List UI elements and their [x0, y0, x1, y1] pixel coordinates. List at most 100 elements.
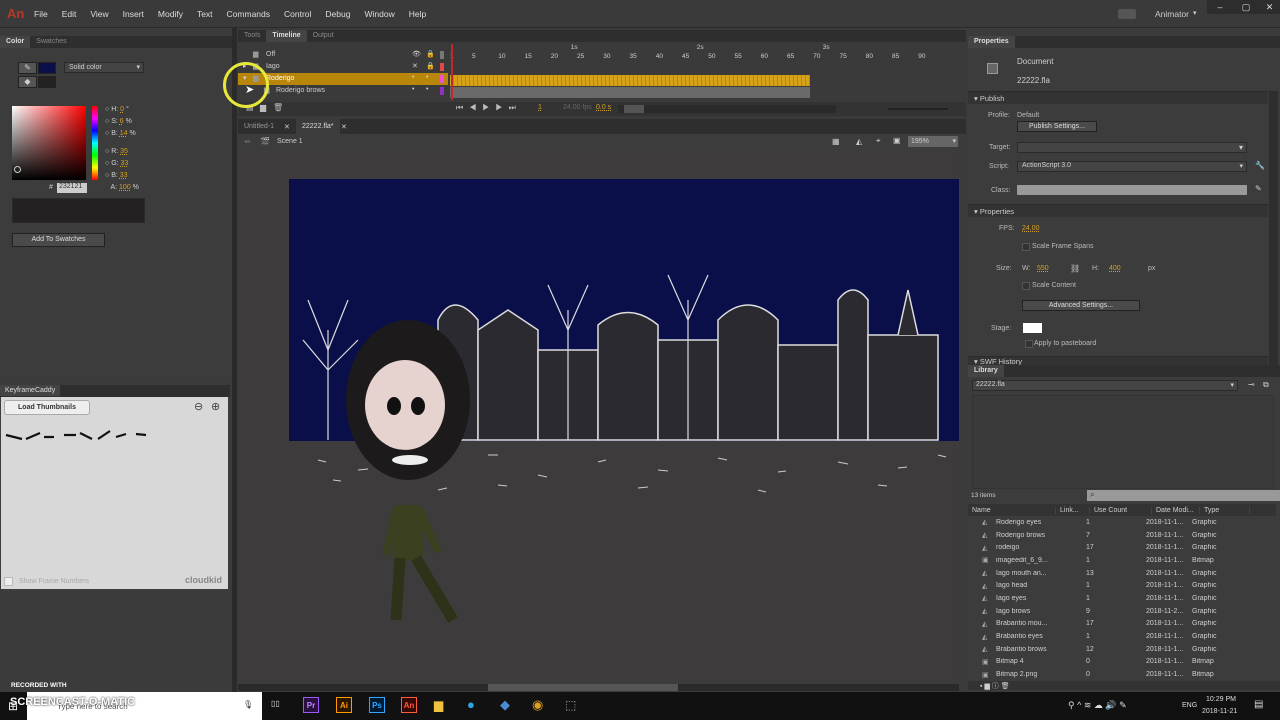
- saturation-brightness-picker[interactable]: [12, 106, 86, 180]
- chrome-icon[interactable]: ◉: [532, 697, 543, 713]
- zoom-out-icon[interactable]: ⊖: [194, 400, 203, 413]
- properties-section[interactable]: ▾ Properties: [968, 204, 1268, 217]
- timeline-scrollbar[interactable]: [618, 105, 836, 113]
- frame-ruler[interactable]: 1510152025303540455055606570758085901s2s…: [450, 44, 960, 60]
- apply-to-pasteboard-checkbox[interactable]: [1025, 340, 1033, 348]
- premiere-icon[interactable]: Pr: [303, 697, 319, 713]
- keyframe-caddy-tab[interactable]: KeyframeCaddy: [0, 385, 61, 396]
- column-header[interactable]: Type: [1200, 506, 1250, 514]
- lock-toggle[interactable]: 🔒: [426, 62, 435, 70]
- width-value[interactable]: 550: [1037, 265, 1049, 272]
- stroke-color-swatch[interactable]: [38, 62, 56, 74]
- script-select[interactable]: ActionScript 3.0 ▾: [1017, 161, 1247, 172]
- clock-date[interactable]: 2018-11-21: [1202, 708, 1237, 715]
- new-symbol-icon[interactable]: ▪: [980, 683, 982, 690]
- telegram-icon[interactable]: ●: [467, 697, 475, 712]
- h-value[interactable]: 0: [120, 106, 124, 113]
- library-item[interactable]: ◭ Roderigo eyes 1 2018-11-1... Graphic: [968, 516, 1276, 529]
- photoshop-icon[interactable]: Ps: [369, 697, 385, 713]
- library-search-input[interactable]: ⌕: [1087, 490, 1280, 501]
- tray-icons[interactable]: ⚲ ^ ≋ ☁ 🔊 ✎: [1068, 700, 1127, 711]
- column-header[interactable]: Link...: [1056, 506, 1090, 514]
- edit-scene-icon[interactable]: ▦: [832, 137, 840, 146]
- roderigo-frames[interactable]: [450, 75, 810, 86]
- visibility-toggle[interactable]: ✕: [412, 62, 418, 70]
- pin-icon[interactable]: ⊸: [1248, 380, 1255, 389]
- lock-toggle[interactable]: •: [426, 74, 428, 81]
- tab-output[interactable]: Output: [307, 30, 340, 42]
- column-header[interactable]: Use Count: [1090, 506, 1152, 514]
- library-file-select[interactable]: 22222.fla ▾: [972, 380, 1238, 391]
- file-explorer-icon[interactable]: ▆: [434, 698, 443, 712]
- scale-frame-spans-checkbox[interactable]: [1022, 243, 1030, 251]
- tab-timeline[interactable]: Timeline: [266, 30, 307, 42]
- notifications-icon[interactable]: ▤: [1254, 699, 1263, 710]
- picker-handle[interactable]: [14, 166, 21, 173]
- menu-modify[interactable]: Modify: [158, 9, 183, 19]
- menu-insert[interactable]: Insert: [123, 9, 144, 19]
- zoom-in-icon[interactable]: ⊕: [211, 400, 220, 413]
- delete-icon[interactable]: 🗑: [1001, 683, 1010, 690]
- clock-time[interactable]: 10:29 PM: [1206, 696, 1236, 703]
- language-indicator[interactable]: ENG: [1182, 702, 1197, 709]
- height-value[interactable]: 400: [1109, 265, 1121, 272]
- link-icon[interactable]: ⛓: [1070, 264, 1080, 273]
- library-item[interactable]: ◭ Roderigo brows 7 2018-11-1... Graphic: [968, 529, 1276, 542]
- edit-symbol-icon[interactable]: ◭: [856, 137, 862, 146]
- stage-horizontal-scrollbar[interactable]: [238, 684, 959, 691]
- pencil-icon[interactable]: ✎: [1255, 184, 1262, 193]
- menu-window[interactable]: Window: [364, 9, 394, 19]
- tab-22222-fla[interactable]: 22222.fla*: [296, 119, 340, 134]
- fill-color-swatch[interactable]: [38, 76, 56, 88]
- left-divider[interactable]: [232, 28, 237, 692]
- illustrator-icon[interactable]: Ai: [336, 697, 352, 713]
- close-icon[interactable]: ✕: [284, 123, 290, 131]
- menu-control[interactable]: Control: [284, 9, 311, 19]
- column-header[interactable]: Date Modi...: [1152, 506, 1200, 514]
- menu-debug[interactable]: Debug: [325, 9, 350, 19]
- wrench-icon[interactable]: 🔧: [1255, 161, 1265, 170]
- publish-settings-button[interactable]: Publish Settings...: [1017, 121, 1097, 132]
- blue-value[interactable]: 33: [120, 172, 128, 179]
- layer-name[interactable]: Iago: [266, 63, 280, 70]
- show-frame-numbers-checkbox[interactable]: [4, 577, 13, 586]
- playback-controls[interactable]: ⏮◀▶▶⏭: [456, 103, 522, 113]
- zoom-select[interactable]: 195% ▾: [908, 136, 958, 147]
- library-item[interactable]: ▣ Bitmap 4 0 2018-11-1... Bitmap: [968, 656, 1276, 669]
- fps-value[interactable]: 24.00: [1022, 225, 1040, 232]
- lock-icon[interactable]: 🔒: [426, 50, 435, 58]
- alpha-value[interactable]: 100: [119, 184, 131, 191]
- add-to-swatches-button[interactable]: Add To Swatches: [12, 233, 105, 247]
- library-item[interactable]: ◭ Iago mouth an... 13 2018-11-1... Graphic: [968, 567, 1276, 580]
- library-item[interactable]: ▣ Bitmap 2.png 0 2018-11-1... Bitmap: [968, 668, 1276, 681]
- tab-color[interactable]: Color: [0, 36, 31, 48]
- column-header[interactable]: Name: [968, 506, 1056, 514]
- lock-toggle[interactable]: •: [426, 86, 428, 93]
- library-item[interactable]: ◭ Brabantio mou... 17 2018-11-1... Graphic: [968, 618, 1276, 631]
- tab-library[interactable]: Library: [968, 365, 1004, 377]
- eye-icon[interactable]: 👁: [412, 50, 421, 58]
- back-arrow-icon[interactable]: ⬅: [244, 137, 251, 146]
- library-item[interactable]: ◭ Iago eyes 1 2018-11-1... Graphic: [968, 592, 1276, 605]
- new-library-panel-icon[interactable]: ⧉: [1263, 380, 1269, 390]
- center-stage-icon[interactable]: ⌖: [876, 136, 881, 146]
- frame-zoom-slider[interactable]: [888, 108, 948, 110]
- library-item[interactable]: ◭ rodeigo 17 2018-11-1... Graphic: [968, 541, 1276, 554]
- r-value[interactable]: 35: [120, 148, 128, 155]
- menu-text[interactable]: Text: [197, 9, 213, 19]
- publish-section[interactable]: ▾ Publish: [968, 91, 1268, 104]
- advanced-settings-button[interactable]: Advanced Settings...: [1022, 300, 1140, 311]
- layer-color-swatch[interactable]: [440, 87, 444, 95]
- roderigo-brows-frames[interactable]: [450, 87, 810, 98]
- menu-edit[interactable]: Edit: [62, 9, 77, 19]
- hue-slider[interactable]: [92, 106, 98, 180]
- layer-row[interactable]: ▆ Off 👁 🔒: [238, 49, 448, 61]
- stage-area[interactable]: [238, 150, 959, 684]
- new-folder-icon[interactable]: ▆: [260, 103, 266, 112]
- library-item[interactable]: ◭ Iago brows 9 2018-11-2... Graphic: [968, 605, 1276, 618]
- s-value[interactable]: 6: [120, 118, 124, 125]
- chevron-down-icon[interactable]: ▾: [1193, 9, 1197, 17]
- keyframe-thumbnails[interactable]: [4, 429, 154, 449]
- layer-row[interactable]: ▾ ▆ Roderigo • •: [238, 73, 448, 85]
- sync-icon[interactable]: [1118, 9, 1136, 19]
